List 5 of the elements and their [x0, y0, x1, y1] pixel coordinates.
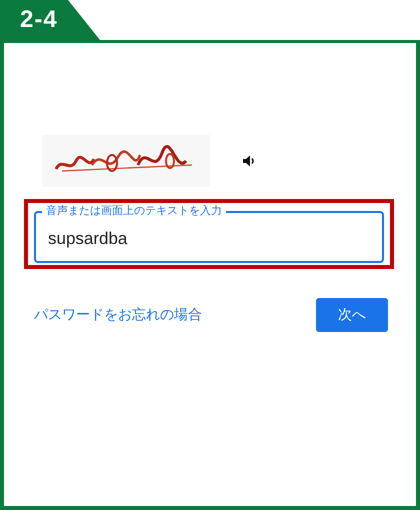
field-label: 音声または画面上のテキストを入力: [42, 204, 226, 218]
next-button[interactable]: 次へ: [316, 298, 388, 332]
speaker-icon[interactable]: [242, 154, 256, 168]
step-badge: 2-4: [0, 0, 100, 40]
forgot-password-link[interactable]: パスワードをお忘れの場合: [34, 306, 202, 324]
